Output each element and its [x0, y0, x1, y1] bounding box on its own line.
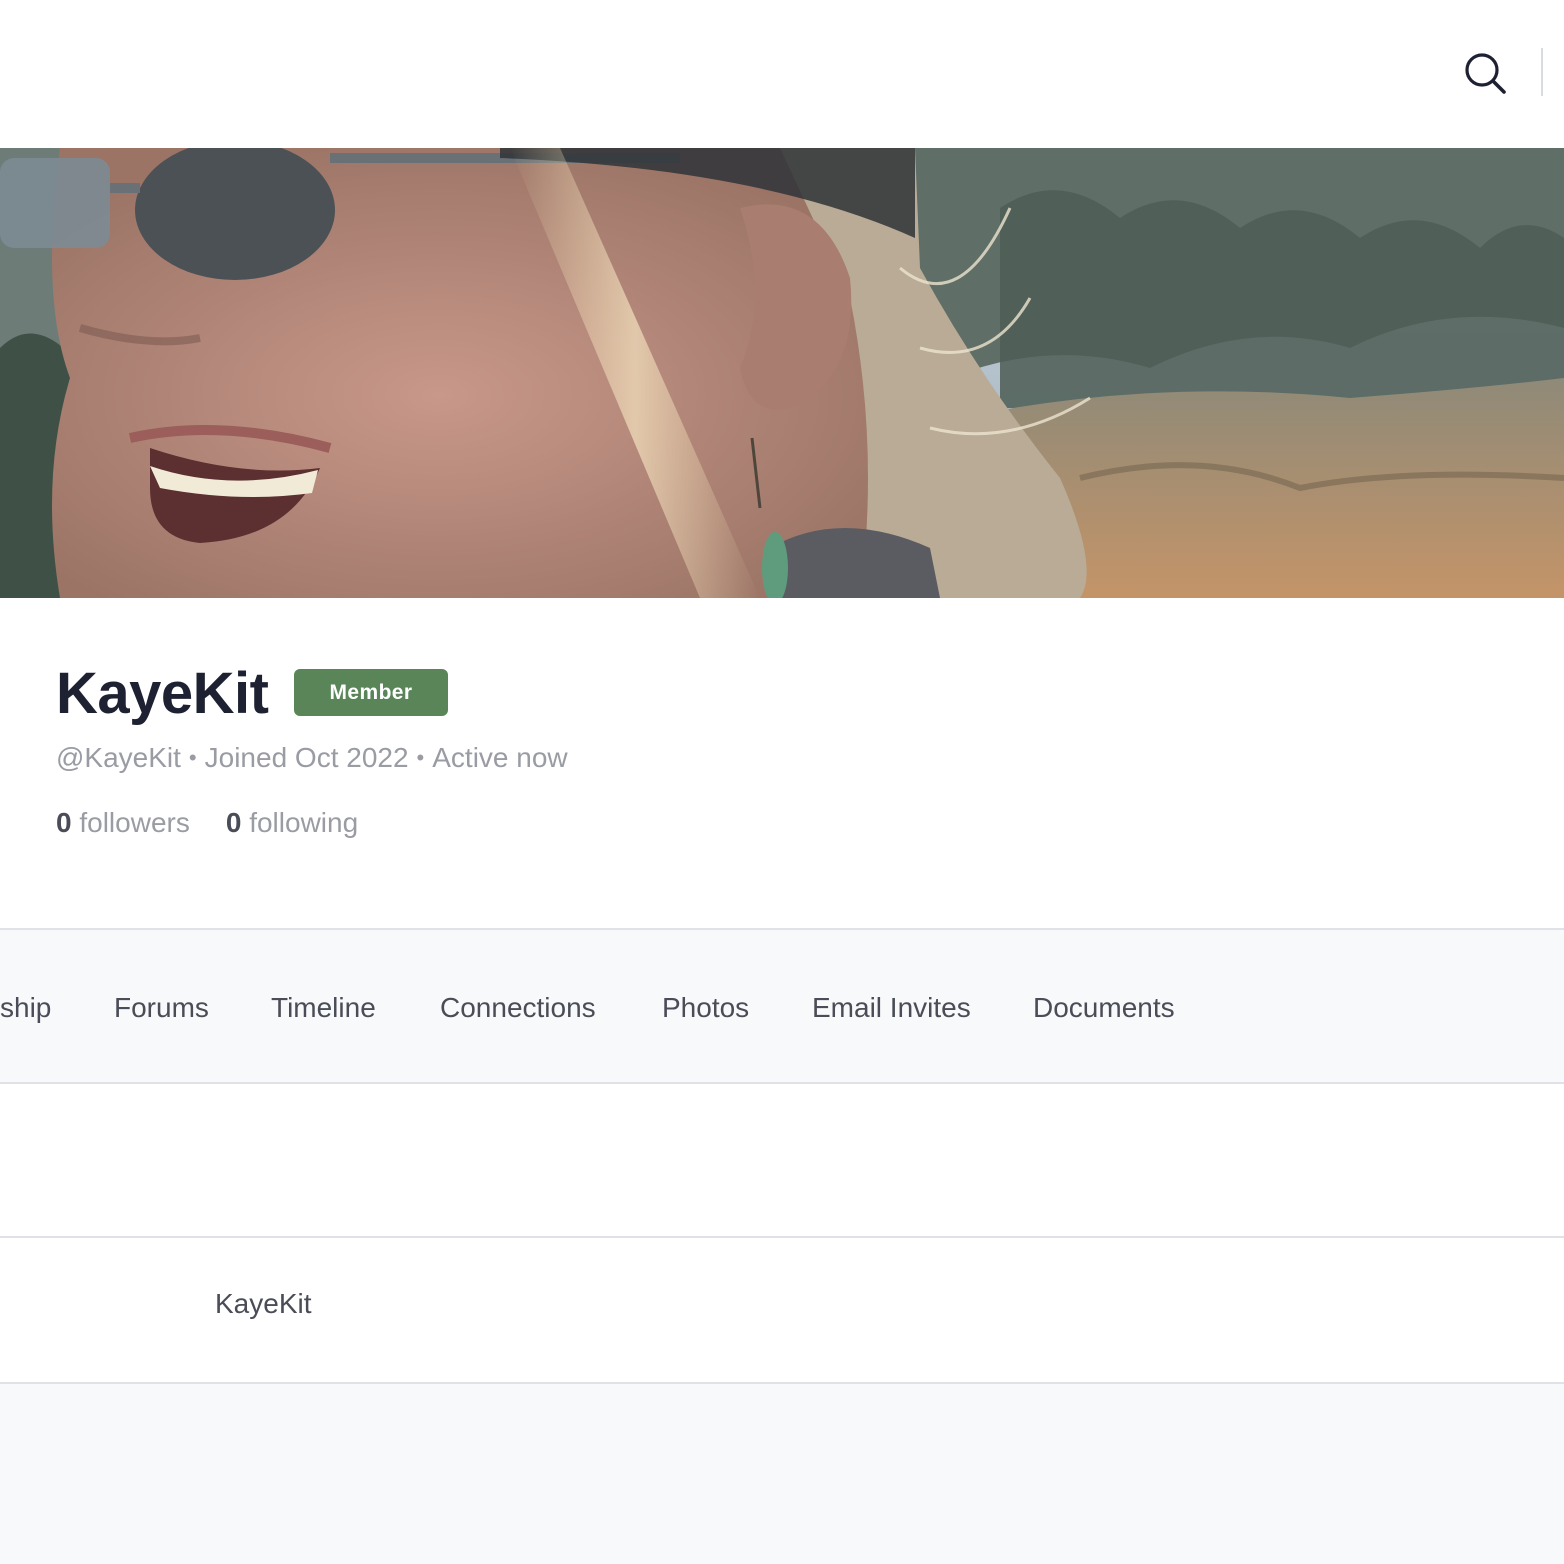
top-header [0, 0, 1564, 148]
search-icon [1465, 53, 1506, 94]
profile-page: KayeKit Member @KayeKit • Joined Oct 2022 •… [0, 0, 1564, 1564]
cover-photo[interactable] [0, 148, 1564, 598]
cover-image [0, 148, 1564, 598]
profile-tabs: ship Forums Timeline Connections Photos … [0, 928, 1564, 1084]
username-handle: @KayeKit [56, 742, 181, 773]
display-name: KayeKit [56, 661, 269, 726]
joined-date: Joined Oct 2022 [204, 742, 409, 773]
name-field-value: KayeKit [215, 1288, 312, 1319]
tab-email-invites[interactable]: Email Invites [812, 990, 971, 1026]
followers-count: 0 [56, 807, 72, 838]
tab-timeline[interactable]: Timeline [271, 990, 376, 1026]
follow-counts: 0 followers 0 following [56, 805, 394, 841]
active-status: Active now [432, 742, 568, 773]
following-link[interactable]: 0 following [226, 805, 358, 841]
details-name-row: KayeKit [0, 1238, 1564, 1384]
member-badge: Member [294, 669, 448, 716]
following-label: following [249, 807, 359, 838]
header-divider [1541, 48, 1543, 96]
profile-info: KayeKit Member @KayeKit • Joined Oct 2022 •… [0, 598, 1564, 928]
details-section-header [0, 1084, 1564, 1238]
tab-forums[interactable]: Forums [114, 990, 209, 1026]
tab-connections[interactable]: Connections [440, 990, 596, 1026]
tab-membership[interactable]: ship [0, 990, 51, 1026]
following-count: 0 [225, 807, 242, 838]
followers-label: followers [79, 807, 190, 838]
meta-separator: • [416, 745, 425, 770]
tab-photos[interactable]: Photos [662, 990, 749, 1026]
followers-link[interactable]: 0 followers [56, 805, 190, 841]
search-button[interactable] [1462, 50, 1508, 96]
meta-separator: • [188, 745, 197, 770]
tab-documents[interactable]: Documents [1033, 990, 1175, 1026]
profile-meta: @KayeKit • Joined Oct 2022 • Active now [56, 740, 568, 778]
